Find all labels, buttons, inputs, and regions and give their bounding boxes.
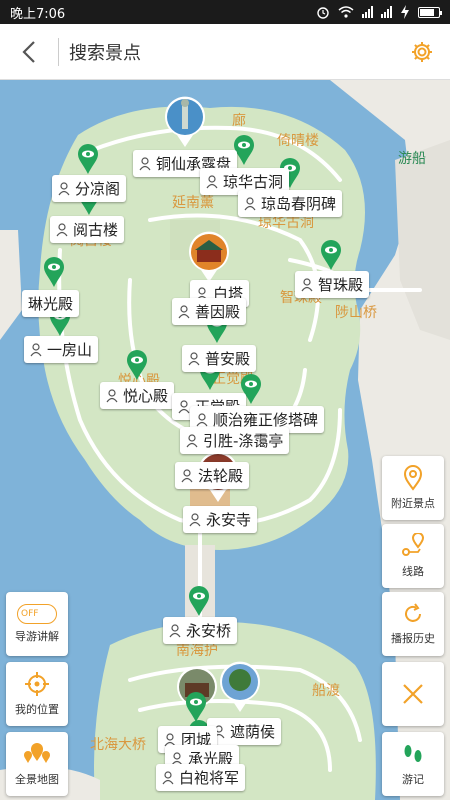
alarm-icon	[317, 7, 329, 19]
person-icon	[56, 222, 68, 236]
footprints-icon	[404, 745, 422, 762]
charging-icon	[401, 5, 409, 19]
person-icon	[206, 174, 218, 188]
signal-icon	[362, 6, 373, 18]
chevron-left-icon	[22, 40, 35, 63]
spot-label-baipao-jiangjun[interactable]: 白袍将军	[156, 764, 246, 791]
back-button[interactable]	[0, 24, 58, 80]
spot-label-yifangshan[interactable]: 一房山	[24, 336, 99, 363]
status-icons	[316, 5, 442, 19]
person-icon	[139, 156, 151, 170]
pin-marker-5[interactable]	[320, 240, 342, 270]
spot-label-falun[interactable]: 法轮殿	[175, 462, 250, 489]
map-label-yiqing: 倚晴楼	[277, 133, 319, 149]
refresh-icon	[405, 603, 421, 622]
person-icon	[189, 512, 201, 526]
travel-log-button[interactable]: 游记	[382, 732, 444, 796]
wifi-icon	[338, 6, 354, 18]
map-label-lang: 廊	[232, 113, 246, 129]
photo-marker-tongxian[interactable]	[163, 95, 207, 147]
map-pins-icon	[24, 743, 50, 763]
map-label-youchuan: 游船	[398, 151, 426, 167]
person-icon	[188, 351, 200, 365]
map-label-beihai-daqiao: 北海大桥	[90, 737, 146, 753]
close-icon	[403, 684, 423, 704]
battery-icon	[418, 6, 442, 18]
person-icon	[178, 304, 190, 318]
pin-marker-9[interactable]	[126, 350, 148, 380]
person-icon	[301, 277, 313, 291]
spot-label-yongan-bridge[interactable]: 永安桥	[163, 617, 238, 644]
map-view[interactable]: 廊 倚晴楼 游船 延南薰 琼华古洞 阅古楼 智珠殿 陟山桥 悦心殿 正觉殿 南海…	[0, 80, 450, 800]
person-icon	[181, 468, 193, 482]
photo-marker-baita[interactable]	[187, 230, 231, 282]
location-pin-icon	[403, 465, 423, 491]
close-button[interactable]	[382, 662, 444, 726]
spot-label-yuexin[interactable]: 悦心殿	[100, 382, 175, 409]
spot-label-fenliang[interactable]: 分凉阁	[52, 175, 127, 202]
person-icon	[58, 181, 70, 195]
route-icon	[402, 533, 425, 556]
gear-icon	[412, 41, 432, 62]
person-icon	[106, 388, 118, 402]
person-icon	[186, 433, 198, 447]
crosshair-icon	[25, 672, 49, 696]
map-label-yannan: 延南薰	[172, 195, 214, 211]
spot-label-zheyinhou[interactable]: 遮荫侯	[207, 718, 282, 745]
route-button[interactable]: 线路	[382, 524, 444, 588]
status-time: 晚上7:06	[10, 6, 66, 22]
panorama-map-button[interactable]: 全景地图	[6, 732, 68, 796]
person-icon	[178, 399, 190, 413]
top-bar: 搜索景点	[0, 24, 450, 80]
tour-guide-toggle-button[interactable]: OFF 导游讲解	[6, 592, 68, 656]
broadcast-history-button[interactable]: 播报历史	[382, 592, 444, 656]
pin-marker-1[interactable]	[77, 144, 99, 174]
person-icon	[244, 196, 256, 210]
spot-label-yinsheng[interactable]: 引胜-涤霭亭	[180, 427, 290, 454]
spot-label-yongan-temple[interactable]: 永安寺	[183, 506, 258, 533]
person-icon	[30, 342, 42, 356]
nearby-spots-button[interactable]: 附近景点	[382, 456, 444, 520]
pin-marker-6[interactable]	[43, 257, 65, 287]
status-bar: 晚上7:06	[0, 0, 450, 24]
person-icon	[196, 412, 208, 426]
photo-marker-zheyinhou[interactable]	[218, 660, 262, 712]
guide-toggle-switch[interactable]: OFF	[17, 604, 57, 624]
spot-label-puan[interactable]: 普安殿	[182, 345, 257, 372]
map-label-chuandu: 船渡	[312, 683, 340, 699]
search-field[interactable]: 搜索景点	[59, 39, 394, 65]
map-label-lushan-qiao: 陟山桥	[335, 305, 377, 321]
person-icon	[162, 770, 174, 784]
spot-label-qiongdao-chunyin[interactable]: 琼岛春阴碑	[238, 190, 343, 217]
spot-label-linguang[interactable]: 琳光殿	[22, 290, 80, 317]
pin-marker-13[interactable]	[185, 692, 207, 722]
signal-icon-2	[381, 6, 392, 18]
pin-marker-12[interactable]	[188, 586, 210, 616]
spot-label-yuegu[interactable]: 阅古楼	[50, 216, 125, 243]
my-location-button[interactable]: 我的位置	[6, 662, 68, 726]
person-icon	[169, 623, 181, 637]
spot-label-zhizhu[interactable]: 智珠殿	[295, 271, 370, 298]
spot-label-shanyin[interactable]: 善因殿	[172, 298, 247, 325]
settings-button[interactable]	[394, 24, 450, 80]
